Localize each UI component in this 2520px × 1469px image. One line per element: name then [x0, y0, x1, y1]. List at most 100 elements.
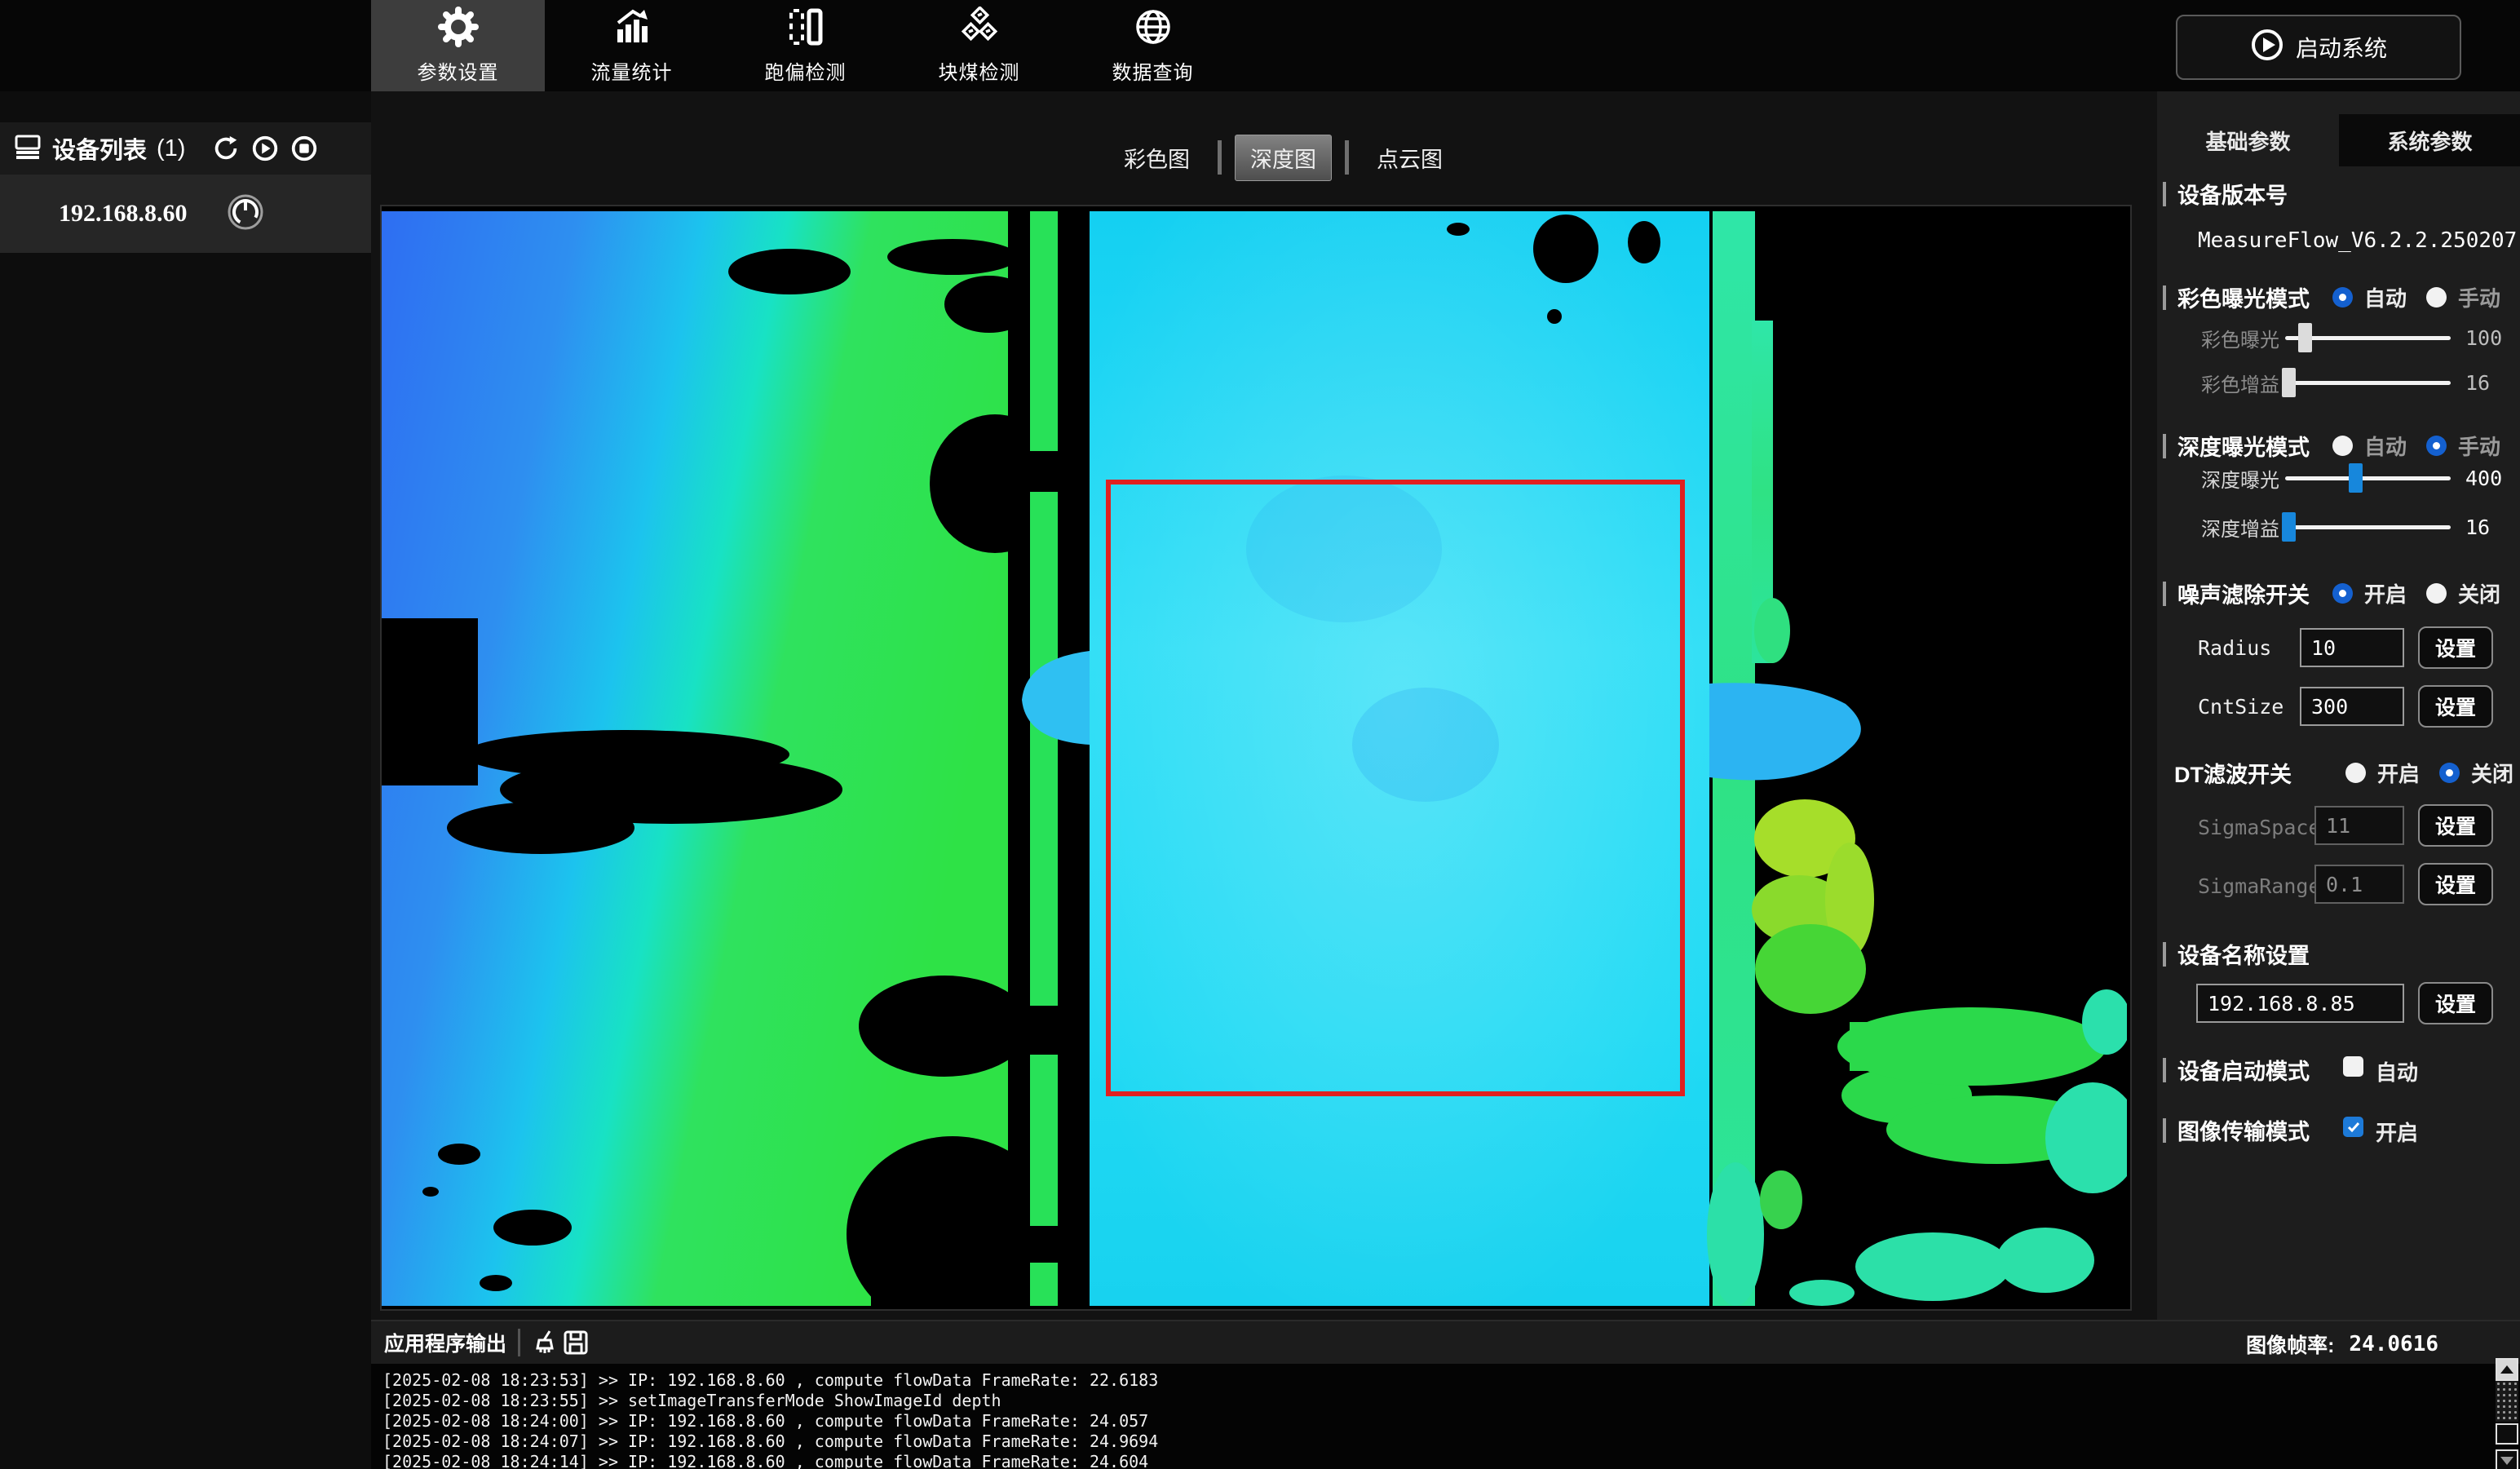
device-name-input[interactable] [2196, 984, 2404, 1023]
section-accent-bar [2163, 285, 2166, 310]
save-log-icon[interactable] [561, 1328, 590, 1357]
log-title: 应用程序输出 [384, 1328, 506, 1357]
arrow-down-icon [2500, 1457, 2513, 1465]
toolbar-item-label: 块煤检测 [939, 56, 1020, 85]
framerate-value: 24.0616 [2349, 1332, 2438, 1356]
power-icon[interactable] [227, 193, 264, 235]
cntsize-label: CntSize [2198, 695, 2283, 719]
log-line: [2025-02-08 18:24:07] >> IP: 192.168.8.6… [382, 1431, 1158, 1451]
transfer-mode-checkbox[interactable] [2343, 1117, 2363, 1137]
toolbar-item-deviation-detect[interactable]: 跑偏检测 [718, 0, 892, 91]
depth-exposure-track[interactable] [2285, 476, 2451, 480]
tab-system-params[interactable]: 系统参数 [2339, 114, 2520, 166]
section-transfer-mode: 图像传输模式 [2163, 1114, 2310, 1146]
depth-exposure-slider-row: 深度曝光 400 [2157, 462, 2520, 493]
start-system-label: 启动系统 [2296, 31, 2387, 64]
sigmarange-label: SigmaRange [2198, 874, 2321, 898]
top-toolbar: 参数设置 流量统计 跑偏检测 [0, 0, 2520, 91]
noise-filter-on-radio[interactable] [2332, 583, 2353, 604]
log-line: [2025-02-08 18:24:00] >> IP: 192.168.8.6… [382, 1411, 1148, 1431]
radius-label: Radius [2198, 636, 2271, 660]
color-exposure-manual-label: 手动 [2458, 282, 2500, 312]
depth-gain-track[interactable] [2285, 525, 2451, 529]
log-scrollbar[interactable] [2496, 1358, 2518, 1469]
arrow-up-icon [2500, 1365, 2513, 1374]
device-version-value: MeasureFlow_V6.2.2.250207 [2198, 228, 2517, 253]
cntsize-input[interactable] [2300, 687, 2404, 726]
depth-exposure-title: 深度曝光模式 [2177, 430, 2310, 462]
cntsize-set-button[interactable]: 设置 [2418, 685, 2493, 728]
sigmarange-set-button[interactable]: 设置 [2418, 863, 2493, 905]
sigmaspace-set-button[interactable]: 设置 [2418, 804, 2493, 847]
device-ip: 192.168.8.60 [59, 200, 188, 228]
scroll-down-button[interactable] [2496, 1449, 2518, 1469]
noise-filter-on-label: 开启 [2364, 578, 2407, 608]
device-version-title: 设备版本号 [2177, 178, 2288, 210]
scrollbar-groove[interactable] [2496, 1381, 2518, 1422]
device-name-title: 设备名称设置 [2177, 938, 2310, 970]
tab-depth-image[interactable]: 深度图 [1235, 135, 1332, 181]
noise-filter-off-radio[interactable] [2426, 583, 2447, 604]
sigmaspace-input[interactable] [2314, 806, 2404, 845]
parameter-panel: 基础参数 系统参数 设备版本号 MeasureFlow_V6.2.2.25020… [2157, 91, 2520, 1320]
toolbar-item-flow-stats[interactable]: 流量统计 [545, 0, 718, 91]
depth-exposure-auto-label: 自动 [2364, 431, 2407, 461]
stop-all-icon[interactable] [290, 134, 319, 163]
tab-divider [1345, 140, 1349, 175]
flow-chart-icon [612, 7, 652, 51]
framerate-indicator: 图像帧率: 24.0616 [2246, 1330, 2438, 1359]
color-exposure-handle[interactable] [2298, 323, 2312, 352]
noise-filter-title: 噪声滤除开关 [2177, 577, 2310, 609]
radius-input[interactable] [2300, 628, 2404, 667]
start-system-button[interactable]: 启动系统 [2176, 15, 2461, 80]
tab-pointcloud-image[interactable]: 点云图 [1362, 135, 1457, 180]
boot-mode-checkbox[interactable] [2343, 1056, 2363, 1077]
header-divider [518, 1329, 520, 1356]
dt-filter-off-radio[interactable] [2439, 763, 2460, 783]
depth-exposure-manual-radio[interactable] [2426, 436, 2447, 456]
depth-exposure-value: 400 [2465, 467, 2502, 490]
framerate-label: 图像帧率: [2246, 1330, 2334, 1359]
refresh-icon[interactable] [211, 134, 241, 163]
section-accent-bar [2163, 1118, 2166, 1143]
depth-exposure-auto-radio[interactable] [2332, 436, 2353, 456]
play-all-icon[interactable] [250, 134, 280, 163]
color-exposure-auto-label: 自动 [2364, 282, 2407, 312]
color-exposure-value: 100 [2465, 326, 2502, 350]
toolbar-item-label: 跑偏检测 [765, 56, 847, 85]
color-exposure-manual-radio[interactable] [2426, 287, 2447, 308]
clear-log-icon[interactable] [532, 1328, 561, 1357]
toolbar-item-data-query[interactable]: 数据查询 [1066, 0, 1240, 91]
sigmarange-input[interactable] [2314, 865, 2404, 904]
device-name-set-button[interactable]: 设置 [2418, 982, 2493, 1024]
scrollbar-thumb[interactable] [2496, 1423, 2518, 1445]
section-accent-bar [2163, 582, 2166, 606]
tab-divider [1218, 140, 1222, 175]
scroll-up-button[interactable] [2496, 1358, 2518, 1381]
section-accent-bar [2163, 434, 2166, 458]
section-noise-filter: 噪声滤除开关 开启 关闭 [2163, 577, 2513, 609]
color-exposure-title: 彩色曝光模式 [2177, 281, 2310, 313]
sigmaspace-label: SigmaSpace [2198, 816, 2321, 839]
dt-filter-on-label: 开启 [2377, 758, 2420, 788]
color-exposure-auto-radio[interactable] [2332, 287, 2353, 308]
tab-basic-params[interactable]: 基础参数 [2157, 114, 2339, 166]
section-dt-filter: DT滤波开关 开启 关闭 [2163, 757, 2513, 789]
color-gain-value: 16 [2465, 371, 2490, 395]
log-line: [2025-02-08 18:24:14] >> IP: 192.168.8.6… [382, 1452, 1148, 1469]
dt-filter-on-radio[interactable] [2345, 763, 2366, 783]
device-row[interactable]: 192.168.8.60 [0, 175, 371, 253]
play-circle-icon [2250, 28, 2284, 68]
toolbar-item-param-settings[interactable]: 参数设置 [371, 0, 545, 91]
depth-image-view[interactable] [380, 205, 2132, 1311]
color-gain-handle[interactable] [2282, 368, 2296, 397]
depth-gain-handle[interactable] [2282, 512, 2296, 542]
radius-set-button[interactable]: 设置 [2418, 626, 2493, 669]
tab-color-image[interactable]: 彩色图 [1109, 135, 1205, 180]
toolbar-item-coal-detect[interactable]: 块煤检测 [892, 0, 1066, 91]
depth-exposure-handle[interactable] [2349, 463, 2363, 493]
depth-gain-slider-row: 深度增益 16 [2157, 511, 2520, 542]
application-window: 参数设置 流量统计 跑偏检测 [0, 0, 2520, 1469]
image-viewer-panel: 彩色图 深度图 点云图 [371, 91, 2157, 1320]
color-gain-track[interactable] [2285, 381, 2451, 385]
